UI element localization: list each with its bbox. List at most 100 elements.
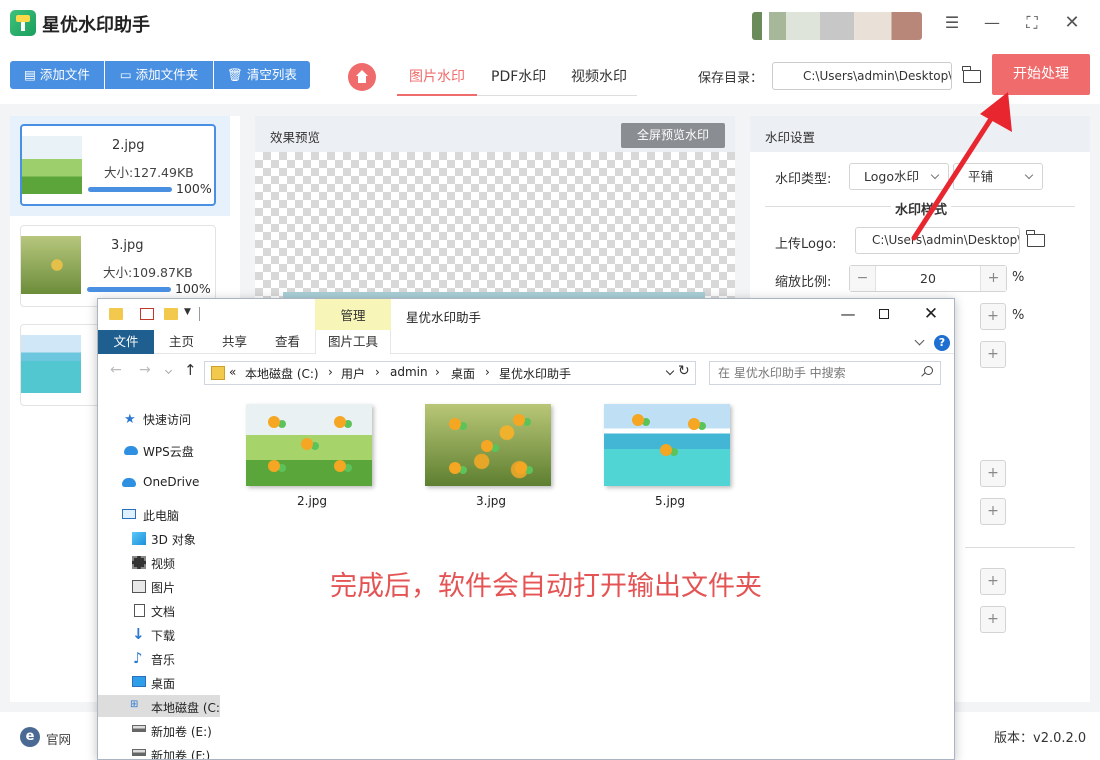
browse-folder-icon[interactable] <box>962 66 981 83</box>
fullscreen-preview-button[interactable]: 全屏预览水印 <box>621 123 725 148</box>
app-title: 星优水印助手 <box>42 15 150 36</box>
clear-list-button[interactable]: 🗑︎ 清空列表 <box>214 61 310 89</box>
address-bar[interactable]: « 本地磁盘 (C:) › 用户 › admin › 桌面 › 星优水印助手 <box>204 361 696 385</box>
increment-button[interactable]: + <box>980 460 1006 487</box>
breadcrumb-separator[interactable]: › <box>328 365 333 379</box>
back-arrow-icon[interactable]: ← <box>110 362 122 378</box>
nav-quick-access[interactable]: 快速访问 <box>143 411 191 428</box>
help-icon[interactable]: ? <box>934 335 950 351</box>
watermark-logo-icon <box>334 416 346 428</box>
chevron-down-icon[interactable] <box>914 335 925 346</box>
tab-image-watermark[interactable]: 图片水印 <box>409 66 465 86</box>
browser-e-icon[interactable]: e <box>20 727 40 747</box>
user-avatar[interactable] <box>752 12 922 40</box>
add-file-button[interactable]: ▤ 添加文件 <box>10 61 104 89</box>
nav-pictures[interactable]: 图片 <box>151 579 175 596</box>
file-name[interactable]: 3.jpg <box>476 494 506 508</box>
scale-value[interactable]: 20 <box>876 266 980 291</box>
file-thumbnail[interactable] <box>246 404 372 486</box>
app-logo-icon <box>10 10 36 36</box>
file-thumbnail[interactable] <box>425 404 551 486</box>
nav-volume-e[interactable]: 新加卷 (E:) <box>151 723 212 740</box>
breadcrumb-overflow[interactable]: « <box>229 365 236 379</box>
nav-onedrive[interactable]: OneDrive <box>143 475 199 489</box>
folder-icon: ▭ <box>119 67 136 82</box>
breadcrumb-separator[interactable]: › <box>435 365 440 379</box>
computer-icon <box>122 509 136 519</box>
nav-videos[interactable]: 视频 <box>151 555 175 572</box>
recent-dropdown-icon[interactable] <box>164 366 173 375</box>
file-size: 大小:109.87KB <box>103 265 193 280</box>
breadcrumb-app-folder[interactable]: 星优水印助手 <box>499 365 571 382</box>
nav-downloads[interactable]: 下载 <box>151 627 175 644</box>
ribbon-tab-home[interactable]: 主页 <box>169 330 194 354</box>
minimize-icon[interactable]: — <box>839 305 857 323</box>
tab-pdf-watermark[interactable]: PDF水印 <box>491 66 546 86</box>
video-icon <box>132 556 146 569</box>
chevron-down-icon[interactable] <box>665 366 675 376</box>
minimize-icon[interactable]: — <box>981 12 1003 34</box>
maximize-icon[interactable] <box>879 309 889 319</box>
tab-video-watermark[interactable]: 视频水印 <box>571 66 627 86</box>
ribbon-tab-picture-tools[interactable]: 图片工具 <box>315 330 391 354</box>
section-divider <box>965 547 1075 548</box>
increment-button[interactable]: + <box>980 568 1006 595</box>
start-process-button[interactable]: 开始处理 <box>992 54 1090 95</box>
ribbon-tab-view[interactable]: 查看 <box>275 330 300 354</box>
decrement-button[interactable]: − <box>850 266 876 291</box>
nav-volume-f[interactable]: 新加卷 (F:) <box>151 747 210 759</box>
nav-desktop[interactable]: 桌面 <box>151 675 175 692</box>
official-site-link[interactable]: 官网 <box>46 729 71 748</box>
file-name[interactable]: 5.jpg <box>655 494 685 508</box>
file-name[interactable]: 2.jpg <box>297 494 327 508</box>
cloud-icon <box>124 446 138 455</box>
file-card[interactable]: 2.jpg 大小:127.49KB 100% <box>20 124 216 206</box>
ribbon-tab-file[interactable]: 文件 <box>98 330 154 354</box>
file-card[interactable]: 3.jpg 大小:109.87KB 100% <box>20 225 216 307</box>
settings-sliders-icon[interactable]: ☰ <box>941 12 963 34</box>
completion-message: 完成后，软件会自动打开输出文件夹 <box>330 571 762 602</box>
properties-icon[interactable] <box>140 308 154 320</box>
breadcrumb-admin[interactable]: admin <box>390 365 428 379</box>
breadcrumb-users[interactable]: 用户 <box>341 365 365 382</box>
increment-button[interactable]: + <box>980 303 1006 330</box>
increment-button[interactable]: + <box>980 606 1006 633</box>
increment-button[interactable]: + <box>980 341 1006 368</box>
close-icon[interactable]: ✕ <box>922 305 940 323</box>
watermark-logo-icon <box>334 460 346 472</box>
up-arrow-icon[interactable]: ↑ <box>184 361 197 379</box>
save-dir-input[interactable]: C:\Users\admin\Desktop\ <box>772 62 952 90</box>
increment-button[interactable]: + <box>980 266 1006 291</box>
scale-stepper[interactable]: − 20 + <box>849 265 1007 292</box>
breadcrumb-drive[interactable]: 本地磁盘 (C:) <box>245 365 319 382</box>
breadcrumb-desktop[interactable]: 桌面 <box>451 365 475 382</box>
file-thumbnail <box>21 236 81 294</box>
search-icon[interactable] <box>924 366 933 375</box>
nav-this-pc[interactable]: 此电脑 <box>143 507 179 524</box>
nav-wps-cloud[interactable]: WPS云盘 <box>143 443 194 460</box>
nav-3d-objects[interactable]: 3D 对象 <box>151 531 196 548</box>
nav-music[interactable]: 音乐 <box>151 651 175 668</box>
increment-button[interactable]: + <box>980 498 1006 525</box>
scale-unit: % <box>1012 270 1025 285</box>
home-icon[interactable] <box>348 63 376 91</box>
nav-documents[interactable]: 文档 <box>151 603 175 620</box>
file-name: 3.jpg <box>111 238 144 253</box>
preview-header: 效果预览 全屏预览水印 <box>255 116 735 152</box>
new-folder-icon[interactable] <box>164 308 178 320</box>
watermark-logo-icon <box>688 418 700 430</box>
quick-access-dropdown-icon[interactable]: ▼ <box>184 307 191 317</box>
file-thumbnail[interactable] <box>604 404 730 486</box>
nav-local-disk-c[interactable]: 本地磁盘 (C: <box>151 699 220 716</box>
star-icon: ★ <box>124 412 136 427</box>
refresh-icon[interactable]: ↻ <box>678 363 690 379</box>
maximize-icon[interactable]: ⛶ <box>1021 12 1043 34</box>
add-folder-button[interactable]: ▭ 添加文件夹 <box>105 61 213 89</box>
search-input[interactable]: 在 星优水印助手 中搜索 <box>709 361 941 385</box>
manage-tab[interactable]: 管理 <box>315 299 391 330</box>
forward-arrow-icon[interactable]: → <box>139 362 151 378</box>
ribbon-tab-share[interactable]: 共享 <box>222 330 247 354</box>
close-icon[interactable]: ✕ <box>1061 12 1083 34</box>
breadcrumb-separator[interactable]: › <box>375 365 380 379</box>
breadcrumb-separator[interactable]: › <box>485 365 490 379</box>
